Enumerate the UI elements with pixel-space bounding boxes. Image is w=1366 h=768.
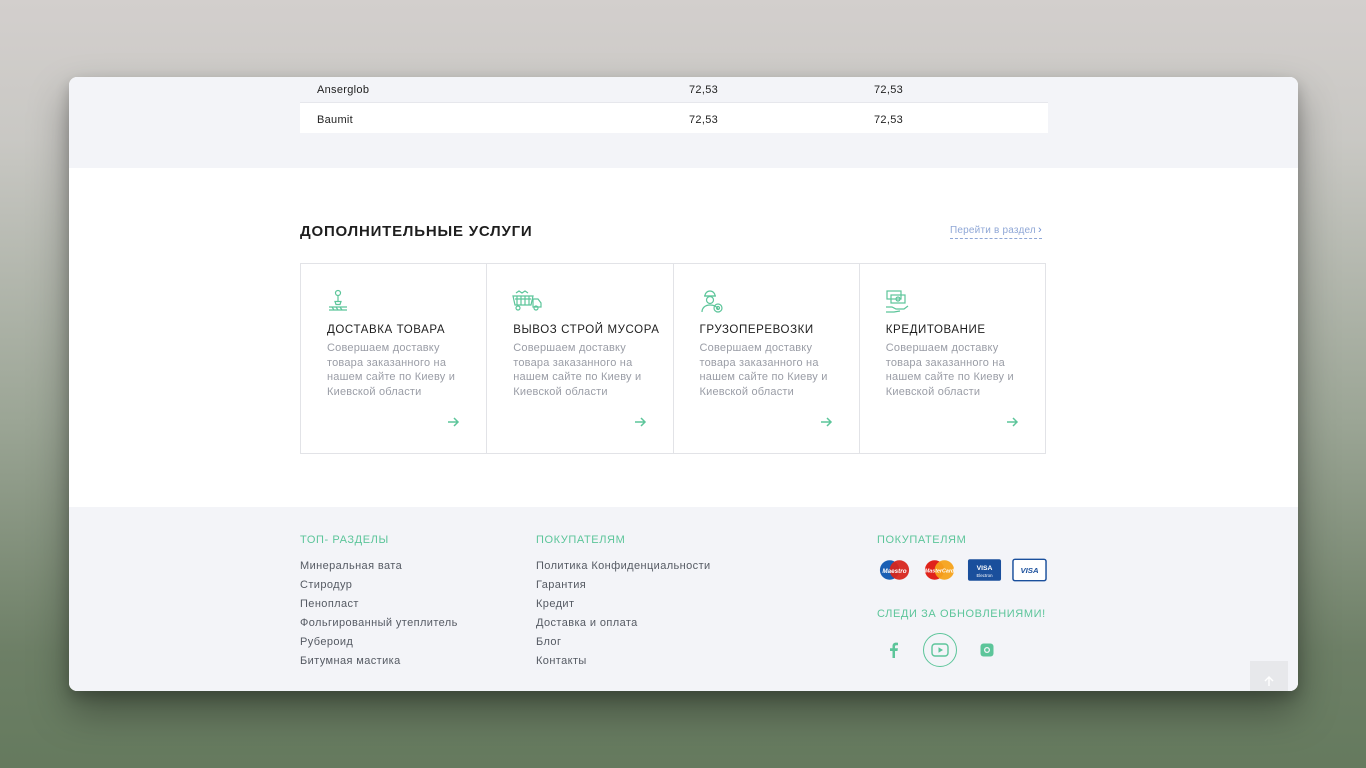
youtube-icon[interactable] xyxy=(923,633,957,667)
service-card-waste[interactable]: ВЫВОЗ СТРОЙ МУСОРА Совершаем доставку то… xyxy=(487,264,674,453)
service-card-title: ГРУЗОПЕРЕВОЗКИ xyxy=(699,324,814,336)
goto-section-link[interactable]: Перейти в раздел › xyxy=(950,224,1042,239)
goto-section-label: Перейти в раздел xyxy=(950,225,1036,236)
table-cell-value: 72,53 xyxy=(689,84,719,96)
service-card-title: ВЫВОЗ СТРОЙ МУСОРА xyxy=(513,324,660,336)
arrow-right-icon[interactable] xyxy=(1005,415,1019,429)
footer-link[interactable]: Политика Конфиденциальности xyxy=(536,560,711,579)
service-card-credit[interactable]: КРЕДИТОВАНИЕ Совершаем доставку товара з… xyxy=(860,264,1045,453)
footer-links-buyers: Политика Конфиденциальности Гарантия Кре… xyxy=(536,560,711,674)
table-cell-value: 72,53 xyxy=(874,84,904,96)
arrow-right-icon[interactable] xyxy=(819,415,833,429)
facebook-icon[interactable] xyxy=(877,633,911,667)
service-card-desc: Совершаем доставку товара заказанного на… xyxy=(885,342,1014,398)
footer-col-title: ПОКУПАТЕЛЯМ xyxy=(536,534,626,546)
service-card-desc: Совершаем доставку товара заказанного на… xyxy=(699,342,828,398)
dump-truck-icon xyxy=(512,290,542,311)
service-card-title: ДОСТАВКА ТОВАРА xyxy=(327,324,446,336)
footer-link[interactable]: Гарантия xyxy=(536,579,711,598)
arrow-right-icon[interactable] xyxy=(446,415,460,429)
footer: ТОП- РАЗДЕЛЫ Минеральная вата Стиродур П… xyxy=(69,507,1298,691)
maestro-icon: Maestro xyxy=(879,560,910,580)
money-hand-icon xyxy=(885,290,909,313)
services-cards: ДОСТАВКА ТОВАРА Совершаем доставку товар… xyxy=(300,263,1046,454)
service-card-desc: Совершаем доставку товара заказанного на… xyxy=(513,342,642,398)
footer-link[interactable]: Пенопласт xyxy=(300,598,458,617)
chevron-right-icon: › xyxy=(1037,224,1042,236)
footer-link[interactable]: Контакты xyxy=(536,655,711,674)
worker-icon xyxy=(700,290,723,313)
svg-text:Maestro: Maestro xyxy=(882,568,906,575)
footer-link[interactable]: Стиродур xyxy=(300,579,458,598)
footer-link[interactable]: Минеральная вата xyxy=(300,560,458,579)
table-cell-name: Baumit xyxy=(317,114,354,126)
svg-text:VISA: VISA xyxy=(977,565,993,572)
footer-link[interactable]: Кредит xyxy=(536,598,711,617)
svg-text:VISA: VISA xyxy=(1020,566,1039,575)
service-card-delivery[interactable]: ДОСТАВКА ТОВАРА Совершаем доставку товар… xyxy=(301,264,488,453)
price-table-section: Anserglob 72,53 72,53 Baumit 72,53 72,53 xyxy=(69,77,1298,168)
mastercard-icon: MasterCard xyxy=(925,560,955,580)
arrow-up-icon xyxy=(1264,676,1274,686)
services-title: ДОПОЛНИТЕЛЬНЫЕ УСЛУГИ xyxy=(300,223,533,240)
footer-links-top-sections: Минеральная вата Стиродур Пенопласт Фоль… xyxy=(300,560,458,674)
crane-hook-icon xyxy=(329,289,347,311)
follow-title: СЛЕДИ ЗА ОБНОВЛЕНИЯМИ! xyxy=(877,608,1046,620)
arrow-right-icon[interactable] xyxy=(633,415,647,429)
service-card-cargo[interactable]: ГРУЗОПЕРЕВОЗКИ Совершаем доставку товара… xyxy=(674,264,860,453)
footer-link[interactable]: Доставка и оплата xyxy=(536,617,711,636)
footer-col-title: ПОКУПАТЕЛЯМ xyxy=(877,534,967,546)
footer-col-title: ТОП- РАЗДЕЛЫ xyxy=(300,534,389,546)
footer-link[interactable]: Битумная мастика xyxy=(300,655,458,674)
instagram-icon[interactable] xyxy=(970,633,1004,667)
table-row: Baumit 72,53 72,53 xyxy=(300,103,1048,133)
scroll-to-top-button[interactable] xyxy=(1250,661,1288,691)
svg-text:Electron: Electron xyxy=(977,573,994,578)
visa-electron-icon: VISA Electron xyxy=(967,559,1002,581)
footer-link[interactable]: Рубероид xyxy=(300,636,458,655)
svg-text:MasterCard: MasterCard xyxy=(925,568,955,574)
table-cell-value: 72,53 xyxy=(689,114,719,126)
payment-methods: Maestro MasterCard VISA Electron VISA xyxy=(877,558,1047,582)
service-card-title: КРЕДИТОВАНИЕ xyxy=(885,324,986,336)
visa-icon: VISA xyxy=(1012,558,1047,582)
footer-link[interactable]: Фольгированный утеплитель xyxy=(300,617,458,636)
table-cell-value: 72,53 xyxy=(874,114,904,126)
browser-window: Anserglob 72,53 72,53 Baumit 72,53 72,53… xyxy=(69,77,1298,691)
table-row: Anserglob 72,53 72,53 xyxy=(300,77,1048,103)
service-card-desc: Совершаем доставку товара заказанного на… xyxy=(327,342,456,398)
footer-link[interactable]: Блог xyxy=(536,636,711,655)
table-cell-name: Anserglob xyxy=(317,84,370,96)
